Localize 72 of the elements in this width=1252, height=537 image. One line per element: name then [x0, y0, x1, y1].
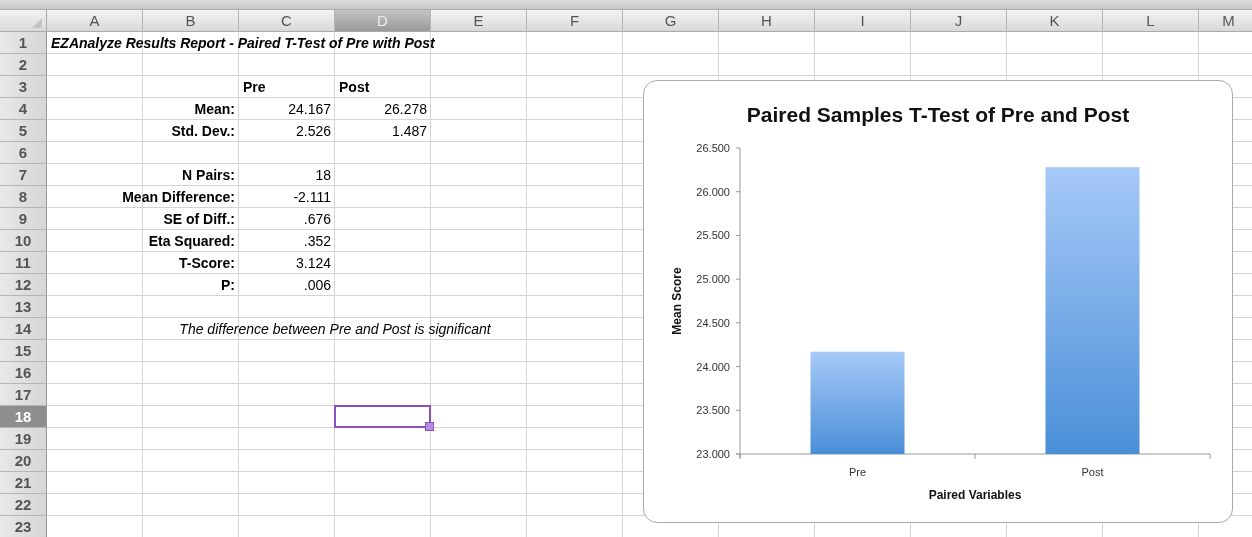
table-cell: Mean: [194, 101, 235, 117]
axis-tick-label: 25.000 [696, 273, 730, 286]
active-cell[interactable] [334, 405, 431, 428]
axis-tick-label: 25.500 [696, 229, 730, 242]
table-cell: -2.111 [293, 189, 331, 205]
table-cell: Std. Dev.: [171, 123, 235, 139]
row-header[interactable]: 1 [0, 32, 47, 54]
table-cell: The difference between Pre and Post is significant [179, 321, 491, 337]
category-label: Pre [848, 466, 867, 478]
table-cell: .352 [303, 233, 331, 249]
column-header[interactable]: I [815, 10, 911, 32]
row-header[interactable]: 8 [0, 186, 47, 208]
row-header[interactable]: 12 [0, 274, 47, 296]
table-cell: 24.167 [288, 101, 331, 117]
column-header[interactable]: A [47, 10, 143, 32]
y-axis-title: Mean Score [670, 267, 684, 335]
row-header[interactable]: 18 [0, 406, 47, 428]
table-cell: 18 [315, 167, 331, 183]
row-header[interactable]: 6 [0, 142, 47, 164]
table-cell: T-Score: [179, 255, 235, 271]
row-header[interactable]: 22 [0, 494, 47, 516]
table-cell: 2.526 [295, 123, 331, 139]
row-header[interactable]: 15 [0, 340, 47, 362]
row-header[interactable]: 9 [0, 208, 47, 230]
row-header[interactable]: 4 [0, 98, 47, 120]
row-header[interactable]: 11 [0, 252, 47, 274]
table-cell: Pre [243, 79, 266, 95]
row-header[interactable]: 2 [0, 54, 47, 76]
column-header[interactable]: F [527, 10, 623, 32]
x-axis-title: Paired Variables [928, 488, 1022, 502]
table-cell: P: [221, 277, 235, 293]
column-header[interactable]: C [239, 10, 335, 32]
row-header[interactable]: 5 [0, 120, 47, 142]
row-header[interactable]: 21 [0, 472, 47, 494]
axis-tick-label: 23.000 [696, 448, 730, 460]
table-cell: Eta Squared: [148, 233, 235, 249]
row-header[interactable]: 17 [0, 384, 47, 406]
row-header[interactable]: 20 [0, 450, 47, 472]
row-header[interactable]: 3 [0, 76, 47, 98]
column-header[interactable]: L [1103, 10, 1199, 32]
column-header[interactable]: E [431, 10, 527, 32]
row-header[interactable]: 10 [0, 230, 47, 252]
axis-tick-label: 24.000 [696, 360, 730, 373]
triangle-icon [32, 18, 42, 28]
table-cell: 1.487 [391, 123, 427, 139]
column-header[interactable]: H [719, 10, 815, 32]
table-cell: .676 [303, 211, 331, 227]
axis-tick-label: 24.500 [696, 316, 730, 329]
column-header[interactable]: B [143, 10, 239, 32]
category-label: Post [1081, 466, 1104, 478]
table-cell: EZAnalyze Results Report - Paired T-Test of Pre with Post [51, 35, 435, 51]
table-cell: SE of Diff.: [163, 211, 235, 227]
row-header[interactable]: 19 [0, 428, 47, 450]
table-cell: 26.278 [384, 101, 427, 117]
column-header[interactable]: J [911, 10, 1007, 32]
column-header[interactable]: G [623, 10, 719, 32]
table-cell: 3.124 [295, 255, 331, 271]
axis-tick-label: 23.500 [696, 404, 730, 417]
table-cell: Post [339, 79, 370, 95]
row-header[interactable]: 7 [0, 164, 47, 186]
axis-tick-label: 26.000 [696, 185, 730, 198]
table-cell: N Pairs: [182, 167, 235, 183]
row-header[interactable]: 16 [0, 362, 47, 384]
table-cell: Mean Difference: [122, 189, 235, 205]
row-header[interactable]: 13 [0, 296, 47, 318]
chart-title: Paired Samples T-Test of Pre and Post [746, 103, 1130, 126]
column-header[interactable]: M [1199, 10, 1252, 32]
table-cell: .006 [303, 277, 331, 293]
axis-tick-label: 26.500 [696, 142, 730, 154]
column-header[interactable]: K [1007, 10, 1103, 32]
row-header[interactable]: 14 [0, 318, 47, 340]
row-header[interactable]: 23 [0, 516, 47, 537]
